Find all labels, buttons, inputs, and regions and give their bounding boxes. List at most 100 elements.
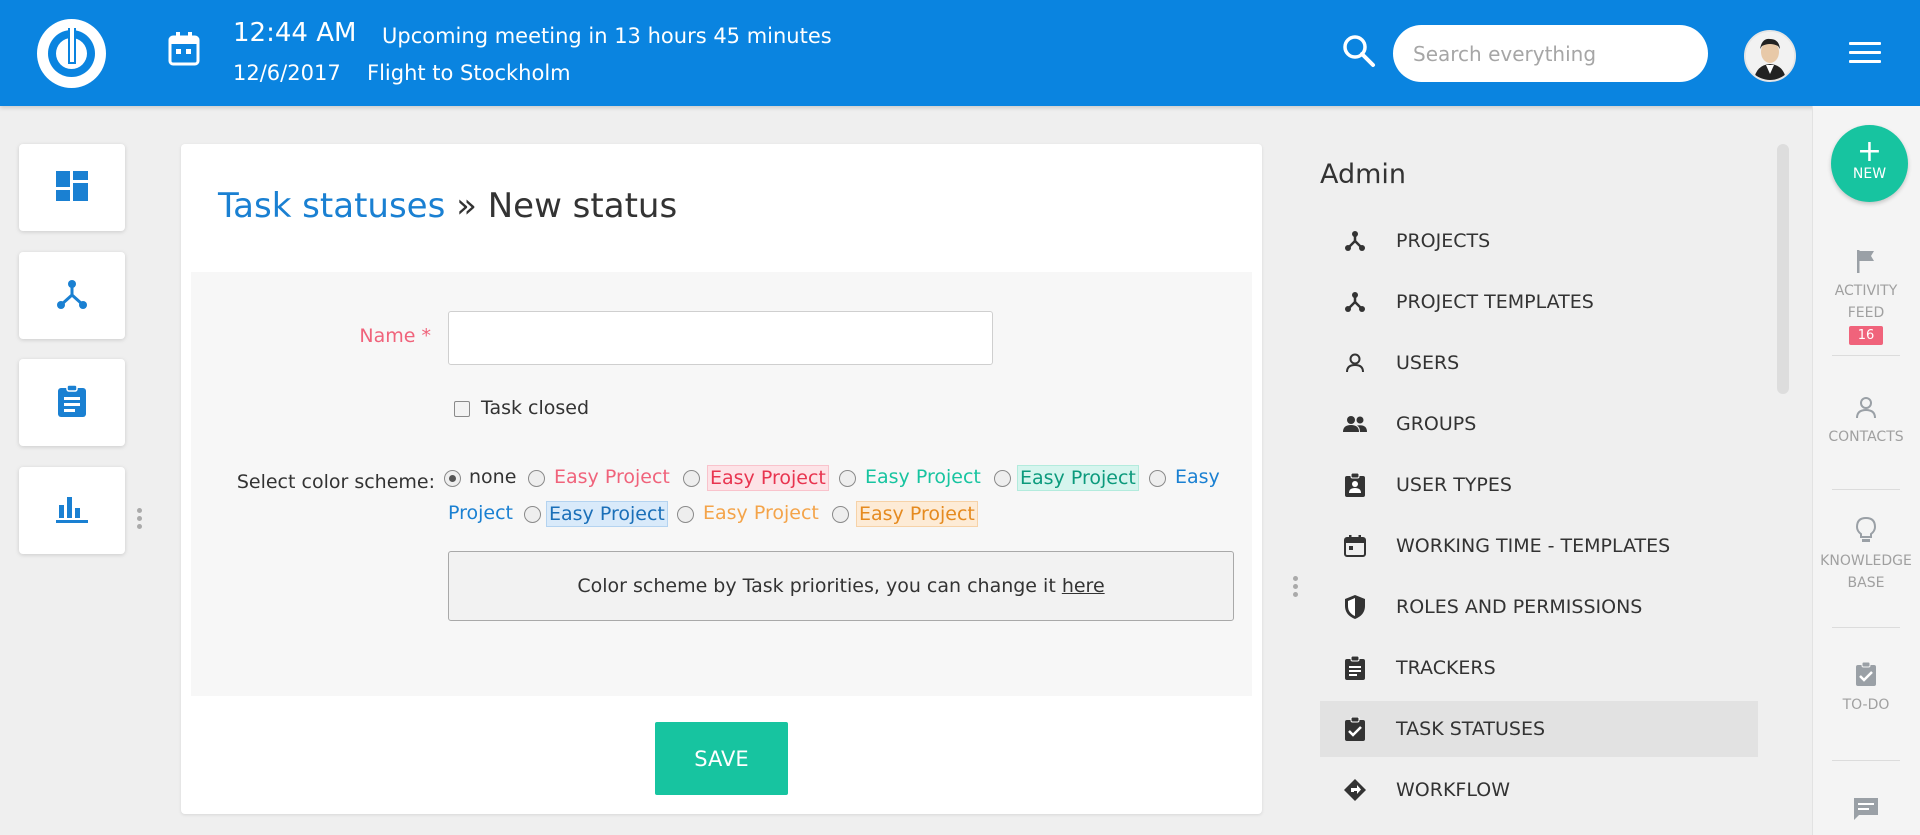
color-option-5-wrap[interactable]: Project [446,501,515,525]
rightbar-divider [1832,489,1900,490]
breadcrumb-task-statuses[interactable]: Task statuses [218,186,445,226]
admin-item-users[interactable]: USERS [1320,335,1758,391]
color-radio-4[interactable] [994,470,1011,487]
plus-icon: + [1856,134,1883,169]
color-radio-none[interactable] [444,470,461,487]
dashboard-tile[interactable] [19,144,125,231]
rightbar-divider [1832,627,1900,628]
right-sidebar [1812,106,1920,835]
color-option-2[interactable]: Easy Project [707,465,829,491]
name-label: Name * [359,325,431,347]
color-option-4[interactable]: Easy Project [1017,465,1139,491]
color-scheme-label: Select color scheme: [236,471,435,493]
calendar-icon[interactable] [167,31,201,71]
admin-item-label: WORKFLOW [1396,779,1510,801]
admin-item-label: GROUPS [1396,413,1477,435]
contact-icon [1855,397,1877,423]
task-closed-label[interactable]: Task closed [481,397,589,419]
color-radio-8[interactable] [832,506,849,523]
color-option-1[interactable]: Easy Project [552,465,672,489]
clipboard-check-icon [1342,716,1368,742]
avatar[interactable] [1744,30,1796,82]
knowledge-base-button[interactable]: KNOWLEDGE BASE [1812,516,1920,594]
activity-feed-button[interactable]: ACTIVITY FEED 16 [1812,249,1920,346]
todo-button[interactable]: TO-DO [1812,661,1920,716]
admin-title: Admin [1320,159,1407,190]
right-resize-handle[interactable] [1293,576,1298,600]
task-closed-checkbox[interactable] [454,401,470,417]
chat-button[interactable] [1812,797,1920,828]
projects-tile[interactable] [19,252,125,339]
admin-item-label: WORKING TIME - TEMPLATES [1396,535,1671,557]
activity-feed-label-2: FEED [1847,305,1885,321]
logo[interactable] [37,19,106,88]
admin-item-groups[interactable]: GROUPS [1320,396,1758,452]
reports-tile[interactable] [19,467,125,554]
admin-item-task-statuses[interactable]: TASK STATUSES [1320,701,1758,757]
page-title-text: New status [487,186,678,226]
color-option-6[interactable]: Easy Project [546,501,668,527]
color-radio-2[interactable] [683,470,700,487]
color-option-none[interactable]: none [467,465,518,489]
new-button[interactable]: + NEW [1831,125,1908,202]
admin-item-trackers[interactable]: TRACKERS [1320,640,1758,696]
activity-badge: 16 [1848,326,1884,345]
form-panel: Name * Task closed Select color scheme: … [191,272,1252,696]
menu-icon[interactable] [1849,42,1881,64]
color-radio-6[interactable] [524,506,541,523]
search-input[interactable] [1393,25,1708,82]
admin-item-label: ROLES AND PERMISSIONS [1396,596,1643,618]
activity-feed-label-1: ACTIVITY [1834,283,1898,299]
note-link-here[interactable]: here [1062,575,1105,597]
reports-icon [56,495,88,527]
left-resize-handle[interactable] [137,508,142,532]
user-types-icon [1342,472,1368,498]
user-icon [1342,350,1368,376]
admin-item-label: USERS [1396,352,1460,374]
admin-scrollbar[interactable] [1777,144,1789,394]
tasks-tile[interactable] [19,359,125,446]
flag-icon [1855,250,1877,277]
color-scheme-note: Color scheme by Task priorities, you can… [448,551,1234,621]
admin-item-projects[interactable]: PROJECTS [1320,213,1758,269]
rightbar-divider [1832,355,1900,356]
dashboard-icon [56,170,88,205]
workflow-icon [1342,777,1368,803]
color-option-7[interactable]: Easy Project [701,501,821,525]
color-radio-5[interactable] [1149,470,1166,487]
admin-item-user-types[interactable]: USER TYPES [1320,457,1758,513]
color-radio-7[interactable] [677,506,694,523]
admin-item-label: TRACKERS [1396,657,1496,679]
search-icon[interactable] [1342,34,1376,72]
current-time: 12:44 AM [233,18,357,48]
todo-icon [1855,661,1877,691]
page-title: Task statuses » New status [218,186,677,226]
admin-item-label: USER TYPES [1396,474,1512,496]
color-option-5[interactable]: Easy [1173,465,1222,489]
save-button[interactable]: SAVE [655,722,788,795]
todo-label: TO-DO [1842,697,1890,713]
project-templates-icon [1342,289,1368,315]
color-option-8[interactable]: Easy Project [856,501,978,527]
admin-item-working-time-templates[interactable]: WORKING TIME - TEMPLATES [1320,518,1758,574]
groups-icon [1342,411,1368,437]
shield-icon [1342,594,1368,620]
contacts-button[interactable]: CONTACTS [1812,395,1920,448]
upcoming-meeting[interactable]: Upcoming meeting in 13 hours 45 minutes [382,24,832,48]
tasks-icon [58,383,86,421]
admin-item-project-templates[interactable]: PROJECT TEMPLATES [1320,274,1758,330]
name-input[interactable] [448,311,993,365]
admin-item-workflow[interactable]: WORKFLOW [1320,762,1758,818]
color-option-3[interactable]: Easy Project [863,465,983,489]
next-event[interactable]: Flight to Stockholm [367,61,571,85]
projects-icon [56,279,88,313]
admin-item-label: PROJECTS [1396,230,1491,252]
admin-item-label: PROJECT TEMPLATES [1396,291,1594,313]
calendar-icon [1342,533,1368,559]
color-radio-1[interactable] [528,470,545,487]
knowledge-base-label-1: KNOWLEDGE [1820,553,1912,569]
color-radio-3[interactable] [839,470,856,487]
new-label: NEW [1852,166,1887,182]
note-text: Color scheme by Task priorities, you can… [577,575,1062,597]
admin-item-roles-and-permissions[interactable]: ROLES AND PERMISSIONS [1320,579,1758,635]
